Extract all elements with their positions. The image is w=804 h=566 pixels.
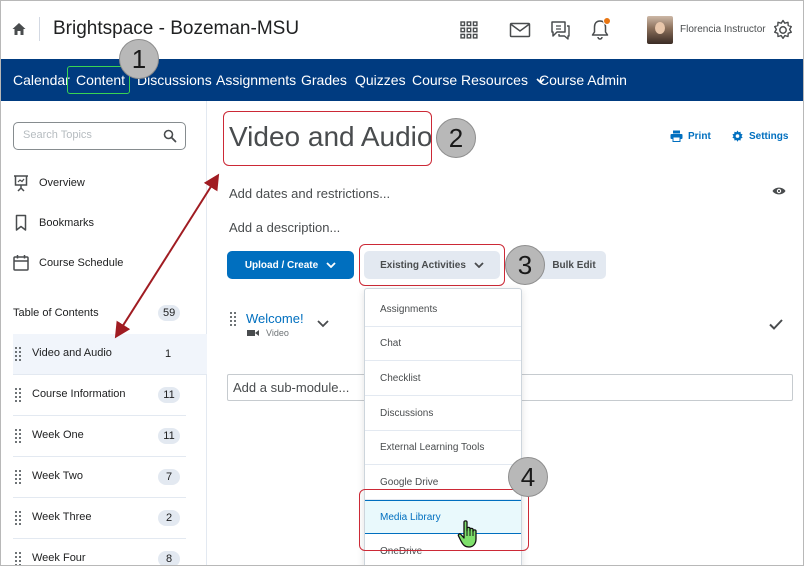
menu-item-chat[interactable]: Chat [365,327,521,361]
sidebar-item-bookmarks[interactable]: Bookmarks [13,213,94,233]
print-label: Print [688,130,711,142]
menu-item-assignments[interactable]: Assignments [365,293,521,327]
divider [39,17,40,41]
module-label: Video and Audio [32,347,112,359]
sidebar-item-overview[interactable]: Overview [13,173,85,193]
search-icon[interactable] [163,129,177,143]
step-callout-4: 4 [508,457,548,497]
module-count-badge: 1 [164,348,172,360]
media-library-highlight-box [359,489,529,551]
settings-button[interactable]: Settings [731,130,788,143]
module-label: Week Two [32,470,83,482]
table-of-contents-link[interactable]: Table of Contents [13,307,99,319]
step-callout-1: 1 [119,39,159,79]
gear-icon [732,130,743,142]
add-submodule-label: Add a sub-module... [233,380,350,395]
search-topics-field[interactable] [13,122,186,150]
step-callout-3: 3 [505,245,545,285]
settings-label: Settings [749,131,789,142]
menu-item-label: External Learning Tools [380,442,485,453]
upload-create-label: Upload / Create [244,259,319,271]
drag-handle-icon[interactable] [15,347,23,361]
calendar-icon [13,255,29,271]
bookmark-icon [15,214,27,231]
nav-course-resources-label: Course Resources [412,72,528,88]
nav-course-admin[interactable]: Course Admin [539,72,627,88]
drag-handle-icon[interactable] [15,552,23,566]
app-window: Brightspace - Bozeman-MSU Florencia Inst… [0,0,804,566]
mail-icon[interactable] [507,17,533,43]
printer-icon [670,130,683,142]
nav-course-resources[interactable]: Course Resources [412,72,545,88]
chevron-down-icon [326,262,336,268]
presentation-icon [14,175,28,192]
hand-cursor-icon [457,520,477,548]
module-label: Week One [32,429,84,441]
title-highlight-box [223,111,432,166]
user-name[interactable]: Florencia Instructor [680,24,766,35]
module-video-and-audio[interactable]: Video and Audio 1 [13,334,207,375]
menu-item-checklist[interactable]: Checklist [365,362,521,396]
menu-item-label: Chat [380,338,402,349]
org-title[interactable]: Brightspace - Bozeman-MSU [53,18,299,40]
menu-item-label: Google Drive [380,477,439,488]
check-icon[interactable] [769,319,783,330]
menu-item-label: Assignments [380,304,438,315]
menu-item-discussions[interactable]: Discussions [365,397,521,431]
nav-calendar[interactable]: Calendar [13,72,70,88]
menu-item-label: Checklist [380,373,421,384]
upload-create-button[interactable]: Upload / Create [227,251,354,279]
content-highlight-box [67,66,130,94]
module-week-four[interactable]: Week Four 8 [13,539,186,566]
add-dates-link[interactable]: Add dates and restrictions... [229,186,390,201]
module-course-information[interactable]: Course Information 11 [13,375,186,416]
module-count-badge: 7 [158,469,180,485]
avatar[interactable] [647,16,673,44]
drag-handle-icon[interactable] [15,429,23,443]
module-count-badge: 2 [158,510,180,526]
chevron-down-icon[interactable] [317,320,329,328]
menu-item-external-learning-tools[interactable]: External Learning Tools [365,431,521,465]
module-week-two[interactable]: Week Two 7 [13,457,186,498]
notification-dot [603,17,611,25]
gear-icon[interactable] [770,17,796,43]
sidebar-item-label: Overview [39,177,85,189]
bulk-edit-label: Bulk Edit [552,259,596,271]
eye-icon[interactable] [772,186,786,196]
sidebar-item-label: Course Schedule [39,257,124,269]
nav-grades[interactable]: Grades [301,72,347,88]
sidebar-item-label: Bookmarks [39,217,95,229]
search-input[interactable] [23,129,153,141]
sidebar-item-course-schedule[interactable]: Course Schedule [13,253,123,273]
module-count-badge: 11 [158,387,180,403]
module-count-badge: 8 [158,551,180,565]
module-week-three[interactable]: Week Three 2 [13,498,186,539]
print-button[interactable]: Print [670,130,711,142]
nav-assignments[interactable]: Assignments [216,72,296,88]
toc-count-badge: 59 [158,305,181,321]
nav-quizzes[interactable]: Quizzes [355,72,406,88]
drag-handle-icon[interactable] [230,312,238,326]
drag-handle-icon[interactable] [15,388,23,402]
chat-icon[interactable] [547,17,573,43]
menu-item-label: Discussions [380,408,434,419]
video-icon [247,330,259,336]
topic-type-label: Video [266,328,289,338]
module-label: Course Information [32,388,126,400]
step-callout-2: 2 [436,118,476,158]
module-label: Week Three [32,511,92,523]
existing-activities-highlight-box [359,244,505,286]
module-week-one[interactable]: Week One 11 [13,416,186,457]
module-count-badge: 11 [158,428,180,444]
home-icon[interactable] [11,21,27,37]
module-label: Week Four [32,552,86,564]
bell-icon[interactable] [587,17,613,43]
topic-title-link[interactable]: Welcome! [246,311,304,326]
drag-handle-icon[interactable] [15,470,23,484]
waffle-icon[interactable] [456,17,482,43]
drag-handle-icon[interactable] [15,511,23,525]
add-description-link[interactable]: Add a description... [229,220,340,235]
